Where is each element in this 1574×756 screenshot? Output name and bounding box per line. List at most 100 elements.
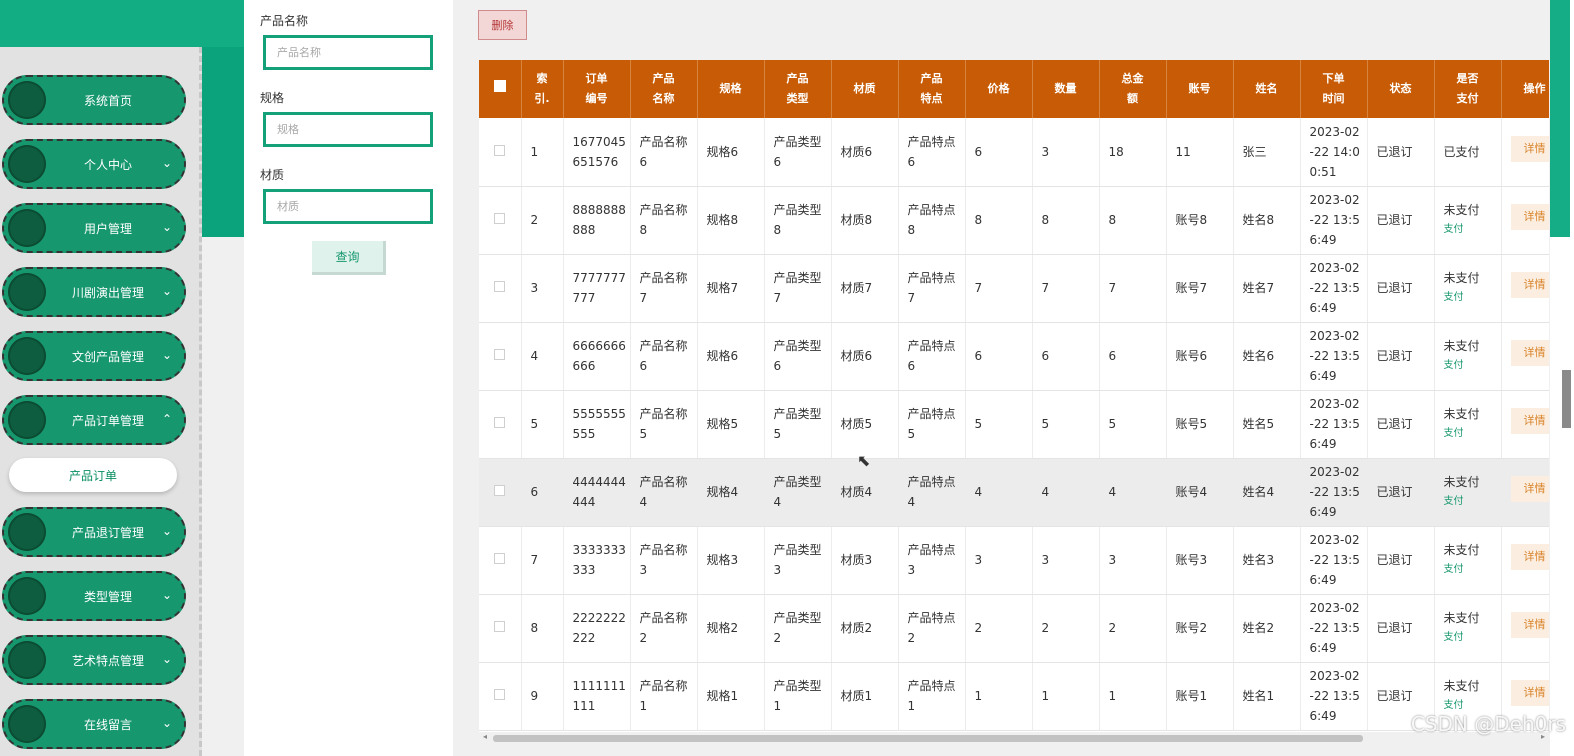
- table-row[interactable]: 3 7777777 777 产品名称 7 规格7 产品类型 7 材质7 产品特点 7777账…: [479, 254, 1549, 323]
- cell-price: 4: [965, 458, 1033, 527]
- cell-name: 产品名称 7: [630, 254, 698, 323]
- paid-status: 未支付: [1443, 203, 1480, 217]
- column-header: 状态: [1367, 60, 1435, 118]
- sidebar-item-label: 产品订单管理: [71, 413, 144, 428]
- table-row[interactable]: 6 4444444 444 产品名称 4 规格4 产品类型 4 材质4 产品特点 4444账…: [479, 458, 1549, 527]
- cell-name: 产品名称 4: [630, 458, 698, 527]
- cell-status: 已退订: [1367, 322, 1435, 391]
- sidebar-item-4[interactable]: 文创产品管理 ⌄: [2, 331, 186, 381]
- horizontal-scroll-thumb[interactable]: [493, 735, 1363, 742]
- detail-button[interactable]: 详情: [1510, 340, 1549, 366]
- mouse-cursor-icon: ⬉: [857, 451, 871, 470]
- cell-feature: 产品特点 2: [898, 594, 966, 663]
- column-header: 产品 特点: [898, 60, 966, 118]
- cell-type: 产品类型 3: [764, 526, 832, 595]
- sidebar-item-5[interactable]: 产品订单管理 ⌃: [2, 395, 186, 445]
- sidebar-item-9[interactable]: 在线留言 ⌄: [2, 699, 186, 749]
- right-edge: [1550, 0, 1574, 756]
- select-all-checkbox[interactable]: [493, 80, 506, 92]
- row-checkbox-cell: [479, 662, 522, 731]
- sidebar-item-label: 川剧演出管理: [71, 285, 144, 300]
- detail-button[interactable]: 详情: [1510, 612, 1549, 638]
- pay-link[interactable]: 支付: [1444, 288, 1501, 308]
- spec-input[interactable]: [263, 112, 433, 147]
- sidebar-subitem-product-orders[interactable]: 产品订单: [9, 458, 177, 492]
- sidebar-item-2[interactable]: 用户管理 ⌄: [2, 203, 186, 253]
- row-checkbox[interactable]: [494, 349, 506, 360]
- table-header-row: 索 引. 订单 编号 产品 名称 规格 产品 类型 材质 产品 特点 价格 数量 总金 额账号 姓名…: [479, 60, 1549, 118]
- delete-button[interactable]: 删除: [478, 10, 527, 40]
- product-name-label: 产品名称: [260, 14, 309, 28]
- table-row[interactable]: 4 6666666 666 产品名称 6 规格6 产品类型 6 材质6 产品特点 6666账…: [479, 322, 1549, 391]
- cell-idx: 3: [521, 254, 564, 323]
- row-checkbox[interactable]: [494, 417, 506, 428]
- cell-total: 1: [1099, 662, 1167, 731]
- cell-paid: 已支付: [1434, 118, 1502, 187]
- detail-button[interactable]: 详情: [1510, 544, 1549, 570]
- cell-order-no: 8888888 888: [563, 186, 631, 255]
- detail-button[interactable]: 详情: [1510, 204, 1549, 230]
- cell-material: 材质6: [831, 322, 899, 391]
- row-checkbox[interactable]: [494, 144, 506, 156]
- table-row[interactable]: 5 5555555 555 产品名称 5 规格5 产品类型 5 材质5 产品特点 5555账…: [479, 390, 1549, 459]
- cell-material: 材质8: [831, 186, 899, 255]
- sidebar-item-6[interactable]: 产品退订管理 ⌄: [2, 507, 186, 557]
- cell-person: 张三: [1233, 118, 1301, 187]
- cell-material: 材质7: [831, 254, 899, 323]
- cell-price: 3: [965, 526, 1033, 595]
- column-header: 产品 类型: [764, 60, 832, 118]
- table-row[interactable]: 8 2222222 222 产品名称 2 规格2 产品类型 2 材质2 产品特点 2222账…: [479, 594, 1549, 663]
- scroll-left-icon[interactable]: ◂: [483, 732, 487, 741]
- pay-link[interactable]: 支付: [1444, 492, 1501, 512]
- cell-action: 详情: [1501, 390, 1549, 459]
- row-checkbox[interactable]: [494, 213, 506, 224]
- cell-type: 产品类型 7: [764, 254, 832, 323]
- detail-button[interactable]: 详情: [1510, 476, 1549, 502]
- cell-type: 产品类型 6: [764, 322, 832, 391]
- sidebar-item-7[interactable]: 类型管理 ⌄: [2, 571, 186, 621]
- sidebar-item-1[interactable]: 个人中心 ⌄: [2, 139, 186, 189]
- horizontal-scrollbar[interactable]: ◂ ▸: [483, 732, 1545, 743]
- pay-link[interactable]: 支付: [1444, 356, 1501, 376]
- table-row[interactable]: 9 1111111 111 产品名称 1 规格1 产品类型 1 材质1 产品特点 1111账…: [479, 662, 1549, 731]
- column-header: 规格: [697, 60, 765, 118]
- row-checkbox[interactable]: [494, 553, 506, 564]
- chevron-down-icon: ⌄: [161, 588, 173, 602]
- cell-idx: 7: [521, 526, 564, 595]
- table-row[interactable]: 7 3333333 333 产品名称 3 规格3 产品类型 3 材质3 产品特点 3333账…: [479, 526, 1549, 595]
- detail-button[interactable]: 详情: [1510, 680, 1549, 706]
- table-row[interactable]: 2 8888888 888 产品名称 8 规格8 产品类型 8 材质8 产品特点 8888账…: [479, 186, 1549, 255]
- cell-action: 详情: [1501, 254, 1549, 323]
- row-checkbox[interactable]: [494, 689, 506, 700]
- sidebar-item-0[interactable]: 系统首页: [2, 75, 186, 125]
- cell-qty: 5: [1032, 390, 1100, 459]
- toggle-knob-icon: [8, 705, 46, 743]
- sidebar-item-3[interactable]: 川剧演出管理 ⌄: [2, 267, 186, 317]
- table-row[interactable]: 1 1677045 651576 产品名称 6 规格6 产品类型 6 材质6 产品特点 66…: [479, 118, 1549, 187]
- material-input[interactable]: [263, 189, 433, 224]
- select-all-header[interactable]: [479, 60, 522, 118]
- pay-link[interactable]: 支付: [1444, 560, 1501, 580]
- pay-link[interactable]: 支付: [1444, 424, 1501, 444]
- cell-paid: 未支付 支付: [1434, 526, 1502, 595]
- detail-button[interactable]: 详情: [1510, 135, 1549, 162]
- cell-person: 姓名8: [1233, 186, 1301, 255]
- cell-account: 账号7: [1166, 254, 1234, 323]
- pay-link[interactable]: 支付: [1444, 220, 1501, 240]
- pay-link[interactable]: 支付: [1444, 628, 1501, 648]
- product-name-input[interactable]: [263, 35, 433, 70]
- detail-button[interactable]: 详情: [1510, 408, 1549, 434]
- row-checkbox[interactable]: [494, 281, 506, 292]
- cell-total: 8: [1099, 186, 1167, 255]
- cell-spec: 规格4: [697, 458, 765, 527]
- row-checkbox[interactable]: [494, 621, 506, 632]
- row-checkbox[interactable]: [494, 485, 506, 496]
- cell-person: 姓名7: [1233, 254, 1301, 323]
- cell-order-no: 6666666 666: [563, 322, 631, 391]
- column-header: 姓名: [1233, 60, 1301, 118]
- sidebar-item-8[interactable]: 艺术特点管理 ⌄: [2, 635, 186, 685]
- vertical-scroll-thumb[interactable]: [1562, 370, 1571, 428]
- detail-button[interactable]: 详情: [1510, 272, 1549, 298]
- query-button[interactable]: 查询: [312, 241, 386, 275]
- sidebar: 产品订单 系统首页 个人中心 ⌄ 用户管理 ⌄ 川剧演出管理 ⌄ 文创产品管理 ⌄ 产品订单管理 ⌃…: [0, 47, 202, 756]
